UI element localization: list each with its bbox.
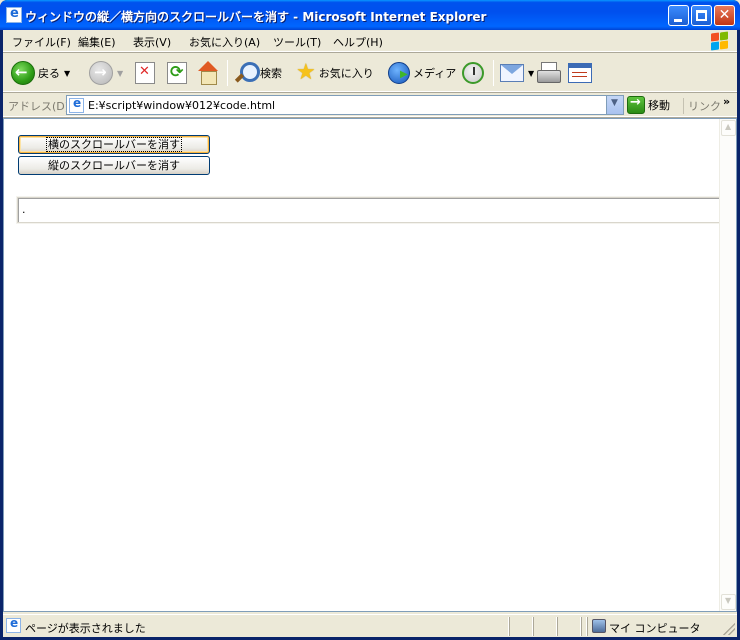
edit-button[interactable]	[568, 59, 592, 87]
computer-icon	[592, 619, 606, 633]
back-dropdown-icon[interactable]: ▼	[64, 69, 70, 78]
scroll-up-icon[interactable]	[721, 120, 736, 136]
back-label: 戻る	[38, 67, 60, 80]
windows-logo-icon	[709, 31, 729, 51]
media-button[interactable]: メディア	[388, 59, 456, 87]
status-bar: ページが表示されました マイ コンピュータ	[3, 614, 737, 637]
status-text: ページが表示されました	[25, 622, 146, 635]
address-bar: アドレス(D) 移動 リンク »	[3, 94, 737, 117]
menu-bar: ファイル(F) 編集(E) 表示(V) お気に入り(A) ツール(T) ヘルプ(…	[3, 30, 737, 52]
mail-icon	[500, 64, 524, 82]
title-bar[interactable]: ウィンドウの縦／横方向のスクロールバーを消す - Microsoft Inter…	[0, 0, 740, 30]
standard-toolbar: 戻る ▼ ▼ 検索 ★ お気に入り	[3, 54, 737, 92]
go-icon	[627, 95, 645, 114]
window-body: ファイル(F) 編集(E) 表示(V) お気に入り(A) ツール(T) ヘルプ(…	[3, 30, 737, 637]
status-page-icon	[6, 616, 21, 633]
search-button[interactable]: 検索	[233, 59, 282, 87]
refresh-button[interactable]	[167, 59, 187, 87]
history-icon	[462, 62, 484, 84]
address-dropdown-icon[interactable]	[606, 96, 623, 114]
menu-edit[interactable]: 編集(E)	[78, 34, 116, 50]
go-label: 移動	[648, 99, 670, 112]
button-label: 縦のスクロールバーを消す	[48, 159, 180, 172]
menu-view[interactable]: 表示(V)	[133, 34, 171, 50]
zone-text: マイ コンピュータ	[609, 622, 701, 635]
window-title: ウィンドウの縦／横方向のスクロールバーを消す - Microsoft Inter…	[25, 10, 487, 24]
edit-icon	[568, 63, 592, 83]
button-label: 横のスクロールバーを消す	[46, 137, 182, 152]
output-area: .	[17, 197, 720, 223]
close-icon: ✕	[718, 7, 731, 23]
hide-vertical-scrollbar-button[interactable]: 縦のスクロールバーを消す	[18, 156, 210, 175]
hide-horizontal-scrollbar-button[interactable]: 横のスクロールバーを消す	[18, 135, 210, 154]
toolbar-separator	[493, 60, 494, 86]
favorites-button[interactable]: ★ お気に入り	[296, 59, 374, 87]
status-cell	[557, 617, 581, 636]
print-button[interactable]	[536, 59, 561, 87]
maximize-button[interactable]	[691, 5, 712, 26]
minimize-button[interactable]	[668, 5, 689, 26]
close-button[interactable]: ✕	[714, 5, 735, 26]
search-icon	[233, 61, 260, 85]
address-label: アドレス(D)	[8, 100, 70, 113]
toolbar-separator	[227, 60, 228, 86]
address-box[interactable]	[66, 95, 624, 115]
go-button[interactable]: 移動	[627, 95, 670, 115]
menu-favorites[interactable]: お気に入り(A)	[189, 34, 260, 50]
refresh-icon	[167, 62, 187, 84]
ie-icon[interactable]	[6, 6, 22, 23]
status-cell	[509, 617, 533, 636]
media-icon	[388, 62, 410, 84]
menu-file[interactable]: ファイル(F)	[12, 34, 71, 50]
back-button[interactable]: 戻る ▼	[11, 59, 70, 87]
mail-dropdown-icon[interactable]: ▼	[528, 69, 534, 78]
forward-icon	[89, 61, 113, 85]
stop-button[interactable]	[135, 59, 155, 87]
back-icon	[11, 61, 35, 85]
media-label: メディア	[413, 67, 457, 80]
mail-button[interactable]: ▼	[500, 59, 534, 87]
stop-icon	[135, 62, 155, 84]
search-label: 検索	[260, 67, 282, 80]
home-button[interactable]	[196, 59, 220, 87]
page-content: 横のスクロールバーを消す 縦のスクロールバーを消す .	[3, 118, 737, 612]
star-icon: ★	[296, 60, 316, 85]
forward-dropdown-icon[interactable]: ▼	[117, 69, 123, 78]
links-more-icon[interactable]: »	[723, 95, 730, 108]
favorites-label: お気に入り	[318, 67, 374, 80]
status-cell	[533, 617, 557, 636]
minimize-icon	[674, 19, 682, 22]
output-text: .	[22, 203, 26, 216]
menu-tools[interactable]: ツール(T)	[273, 34, 321, 50]
ie-window: ウィンドウの縦／横方向のスクロールバーを消す - Microsoft Inter…	[0, 0, 740, 640]
scroll-down-icon[interactable]	[721, 594, 736, 610]
menu-help[interactable]: ヘルプ(H)	[333, 34, 383, 50]
print-icon	[536, 62, 561, 84]
page-icon	[69, 96, 84, 113]
address-input[interactable]	[88, 98, 598, 113]
forward-button[interactable]: ▼	[89, 59, 123, 87]
links-button[interactable]: リンク	[683, 98, 721, 114]
resize-grip[interactable]	[723, 623, 735, 635]
home-icon	[196, 61, 220, 85]
history-button[interactable]	[462, 59, 484, 87]
vertical-scrollbar[interactable]	[719, 119, 736, 611]
maximize-icon	[696, 10, 707, 21]
